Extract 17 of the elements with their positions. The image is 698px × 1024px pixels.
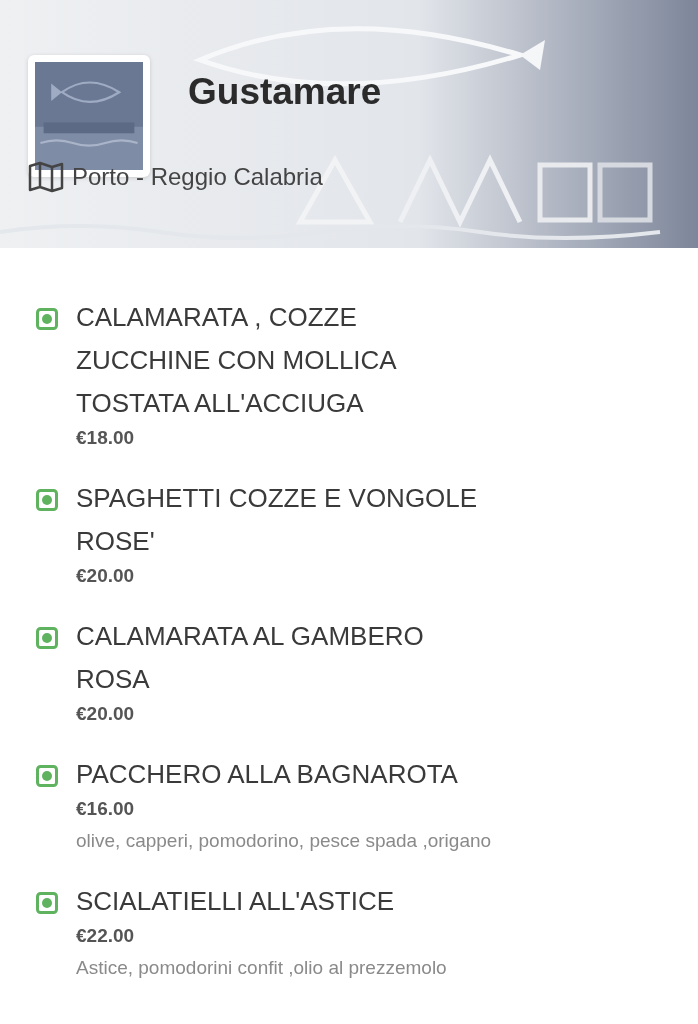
veg-icon — [36, 892, 58, 914]
veg-icon — [36, 627, 58, 649]
veg-icon — [36, 765, 58, 787]
dish-name: PACCHERO ALLA BAGNAROTA — [76, 758, 459, 791]
veg-icon — [36, 489, 58, 511]
veg-icon — [36, 308, 58, 330]
dish-name: SPAGHETTI COZZE E VONGOLE ROSE' — [76, 482, 479, 558]
dish-price: €18.00 — [76, 427, 136, 449]
dish-price: €20.00 — [76, 565, 136, 587]
dish-name: SCIALATIELLI ALL'ASTICE — [76, 885, 396, 918]
dish-price: €22.00 — [76, 925, 136, 947]
dish-price: €16.00 — [76, 798, 136, 820]
dish-name: CALAMARATA AL GAMBERO ROSA — [76, 620, 425, 696]
dish-name: CALAMARATA , COZZE ZUCCHINE CON MOLLICA TOSTATA ALL'ACCIUGA — [76, 301, 397, 420]
dish-price: €20.00 — [76, 703, 136, 725]
dish-description: olive, capperi, pomodorino, pesce spada ,origano — [76, 830, 493, 852]
dish-description: Astice, pomodorini confit ,olio al prezzemolo — [76, 957, 448, 979]
